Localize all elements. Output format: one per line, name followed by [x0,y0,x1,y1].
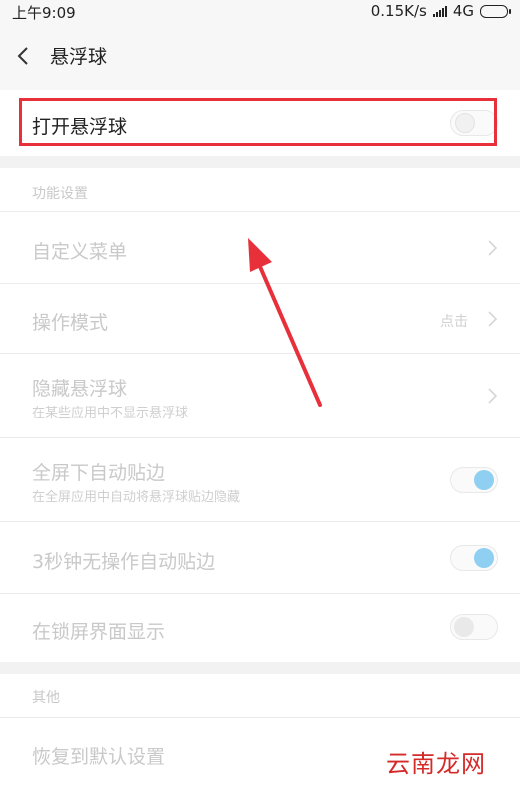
signal-icon [432,5,447,17]
list-item-label: 自定义菜单 [32,241,128,263]
main-toggle-switch[interactable] [450,110,498,136]
section-divider [0,156,520,168]
list-item-label: 在锁屏界面显示 [32,621,166,643]
idle-edge-toggle[interactable] [450,545,498,571]
battery-icon [480,4,511,18]
list-item-lockscreen[interactable]: 在锁屏界面显示 [0,594,520,662]
list-item-operation-mode[interactable]: 操作模式 点击 [0,284,520,354]
list-item-idle-edge[interactable]: 3秒钟无操作自动贴边 [0,522,520,594]
list-item-subtitle: 在某些应用中不显示悬浮球 [32,406,189,421]
list-item-subtitle: 在全屏应用中自动将悬浮球贴边隐藏 [32,490,241,505]
status-time: 上午9:09 [12,4,76,22]
list-item-custom-menu[interactable]: 自定义菜单 [0,212,520,284]
section-header-row: 功能设置 [0,168,520,212]
page-title: 悬浮球 [50,46,108,68]
list-item-hide-ball[interactable]: 隐藏悬浮球 在某些应用中不显示悬浮球 [0,354,520,438]
section-header-other: 其他 [32,690,60,706]
list-item-label: 隐藏悬浮球 [32,378,128,400]
list-item-label: 恢复到默认设置 [32,746,166,768]
network-type: 4G [452,2,474,20]
lockscreen-toggle[interactable] [450,614,498,640]
main-toggle-row[interactable]: 打开悬浮球 [0,90,520,156]
main-toggle-label: 打开悬浮球 [32,116,128,138]
chevron-right-icon [488,388,498,404]
toggle-knob [455,113,475,133]
chevron-right-icon [488,240,498,256]
section-header-function: 功能设置 [32,186,88,202]
operation-mode-value: 点击 [440,314,468,330]
section-header-row: 其他 [0,674,520,718]
watermark-text: 云南龙网 [386,750,486,778]
list-item-fullscreen-edge[interactable]: 全屏下自动贴边 在全屏应用中自动将悬浮球贴边隐藏 [0,438,520,522]
status-bar: 上午9:09 0.15K/s 4G [0,0,520,22]
list-item-label: 操作模式 [32,312,109,334]
list-item-label: 3秒钟无操作自动贴边 [32,551,216,573]
list-item-label: 全屏下自动贴边 [32,462,166,484]
toggle-knob [474,548,494,568]
back-button[interactable] [12,38,36,74]
toggle-knob [454,617,474,637]
fullscreen-edge-toggle[interactable] [450,467,498,493]
section-divider [0,662,520,674]
toggle-knob [474,470,494,490]
chevron-right-icon [488,311,498,327]
status-right: 0.15K/s 4G [370,2,511,20]
title-bar: 悬浮球 [0,22,520,90]
chevron-left-icon [17,47,28,65]
network-speed: 0.15K/s [370,2,427,20]
